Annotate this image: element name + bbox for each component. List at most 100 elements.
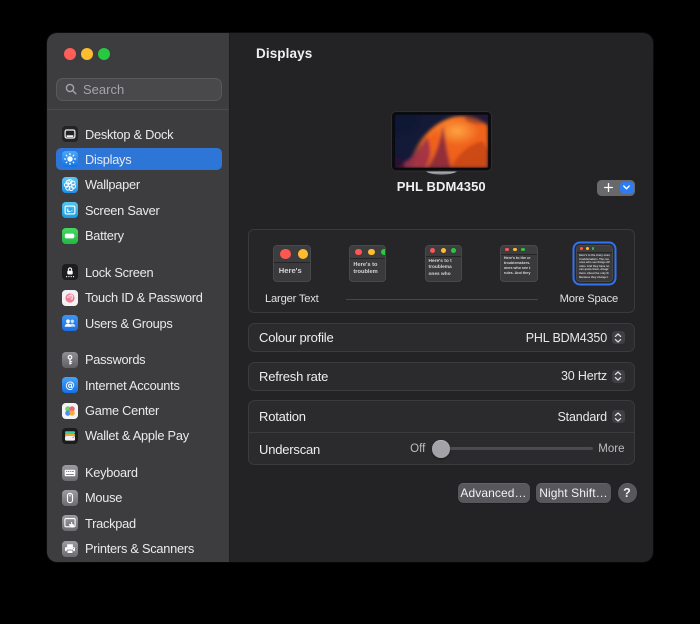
thumb-preview-text: Here's xyxy=(278,265,302,275)
scale-option-3[interactable]: Here's to t troublema ones who xyxy=(424,244,462,282)
sidebar-item-passwords[interactable]: Passwords xyxy=(56,349,222,371)
thumb-red-dot xyxy=(355,248,362,256)
users-groups-icon xyxy=(62,315,78,332)
sidebar-item-screen-saver[interactable]: Screen Saver xyxy=(56,199,222,221)
slider-knob[interactable] xyxy=(432,440,450,458)
sidebar-item-desktop-dock[interactable]: Desktop & Dock xyxy=(56,123,222,145)
thumb-preview-text: Here's to t troublema ones who xyxy=(428,259,452,277)
sidebar-item-trackpad[interactable]: Trackpad xyxy=(56,512,222,534)
thumb-yellow-dot xyxy=(297,248,309,259)
scale-divider-line xyxy=(346,298,538,300)
thumb-yellow-dot xyxy=(440,248,446,254)
search-input[interactable]: Search xyxy=(56,77,222,101)
display-name: PHL BDM4350 xyxy=(396,179,486,194)
thumb-red-dot xyxy=(430,248,436,254)
underscan-row: Underscan Off More xyxy=(249,433,634,465)
sidebar-item-label: Keyboard xyxy=(85,465,138,481)
add-display-button[interactable] xyxy=(596,180,636,196)
underscan-max-label: More xyxy=(598,443,625,455)
chevron-down-icon[interactable] xyxy=(620,181,634,194)
colour-profile-select[interactable] xyxy=(611,331,625,344)
sidebar-item-lock-screen[interactable]: Lock Screen xyxy=(56,261,222,283)
game-center-icon xyxy=(62,402,78,419)
sidebar-item-label: Lock Screen xyxy=(85,264,154,280)
refresh-rate-label: Refresh rate xyxy=(259,368,329,384)
sidebar-item-label: Wallpaper xyxy=(85,177,140,193)
thumb-titlebar xyxy=(425,246,461,257)
underscan-min-label: Off xyxy=(410,443,426,455)
screen-saver-icon xyxy=(62,202,78,219)
sidebar-item-wallpaper[interactable]: Wallpaper xyxy=(56,174,222,196)
thumb-yellow-dot xyxy=(368,248,375,256)
sidebar-item-label: Game Center xyxy=(85,403,160,418)
sidebar-item-internet-accounts[interactable]: @ Internet Accounts xyxy=(56,374,222,396)
sidebar-item-label: Wallet & Apple Pay xyxy=(85,428,189,444)
underscan-slider[interactable] xyxy=(432,440,594,458)
display-preview xyxy=(390,110,492,176)
sidebar-item-label: Touch ID & Password xyxy=(85,290,203,306)
touch-id-icon xyxy=(62,289,78,306)
displays-icon xyxy=(62,151,78,168)
lock-screen-icon xyxy=(62,264,78,281)
sidebar-item-label: Trackpad xyxy=(85,515,136,531)
scale-option-more-space[interactable]: Here's to the crazy ones troublemakers. T… xyxy=(575,244,614,282)
thumb-titlebar xyxy=(576,246,613,253)
sidebar-item-label: Printers & Scanners xyxy=(85,541,195,557)
scale-option-larger-text[interactable]: Here's xyxy=(273,244,311,282)
thumb-yellow-dot xyxy=(585,247,589,250)
zoom-button[interactable] xyxy=(98,48,111,60)
refresh-rate-select[interactable] xyxy=(611,369,625,383)
rotation-row: Rotation Standard xyxy=(249,401,634,432)
scale-option-2[interactable]: Here's to troublem xyxy=(348,244,387,282)
desktop-dock-icon xyxy=(62,126,78,142)
night-shift-button[interactable]: Night Shift… xyxy=(536,483,611,503)
sidebar-item-label: Passwords xyxy=(85,352,146,368)
plus-icon xyxy=(597,180,621,196)
sidebar-item-label: Desktop & Dock xyxy=(85,126,174,142)
system-settings-window: Search Desktop & Dock Displays Wallpaper… xyxy=(47,33,653,562)
larger-text-label: Larger Text xyxy=(265,293,319,305)
minimize-button[interactable] xyxy=(80,48,93,60)
printers-icon xyxy=(62,540,78,557)
close-button[interactable] xyxy=(63,48,76,60)
sidebar-item-label: Screen Saver xyxy=(85,202,160,218)
passwords-icon xyxy=(62,351,78,368)
advanced-button[interactable]: Advanced… xyxy=(457,483,530,503)
sidebar-item-users-groups[interactable]: Users & Groups xyxy=(56,312,222,334)
search-icon xyxy=(65,83,77,95)
sidebar-item-touch-id[interactable]: Touch ID & Password xyxy=(56,287,222,309)
sidebar-item-battery[interactable]: Battery xyxy=(56,225,222,247)
sidebar-item-label: Battery xyxy=(85,228,124,244)
sidebar-item-wallet[interactable]: Wallet & Apple Pay xyxy=(56,425,222,447)
rotation-value: Standard xyxy=(557,409,607,424)
rotation-label: Rotation xyxy=(259,409,306,424)
mouse-icon xyxy=(62,489,78,506)
svg-text:@: @ xyxy=(65,381,75,392)
content-pane: Displays PHL BDM4350 Here's Here's to tr… xyxy=(229,33,653,562)
sidebar-divider xyxy=(47,108,229,110)
wallet-icon xyxy=(62,427,78,444)
thumb-preview-text: Here's to troublem xyxy=(353,261,378,276)
thumb-green-dot xyxy=(591,247,595,250)
sidebar-item-displays[interactable]: Displays xyxy=(55,148,222,171)
sidebar-item-keyboard[interactable]: Keyboard xyxy=(56,462,222,484)
battery-icon xyxy=(62,227,78,244)
underscan-label: Underscan xyxy=(259,441,321,457)
sidebar-item-game-center[interactable]: Game Center xyxy=(56,400,222,422)
scale-option-4[interactable]: Here's to the cr troublemakers. ones who s… xyxy=(500,244,538,282)
colour-profile-row: Colour profile PHL BDM4350 xyxy=(248,323,635,352)
thumb-red-dot xyxy=(505,247,509,252)
trackpad-icon xyxy=(62,515,78,532)
refresh-rate-row: Refresh rate 30 Hertz xyxy=(248,361,635,391)
rotation-underscan-group: Rotation Standard Underscan Off More xyxy=(248,400,635,465)
thumb-red-dot xyxy=(280,248,291,259)
sidebar-item-label: Users & Groups xyxy=(85,315,173,331)
search-placeholder: Search xyxy=(83,81,125,97)
sidebar-item-label: Internet Accounts xyxy=(85,377,180,393)
internet-accounts-icon: @ xyxy=(62,377,78,394)
sidebar-item-printers[interactable]: Printers & Scanners xyxy=(56,538,222,560)
sidebar-item-mouse[interactable]: Mouse xyxy=(56,487,222,509)
thumb-yellow-dot xyxy=(513,247,517,252)
rotation-select[interactable] xyxy=(611,410,625,423)
help-button[interactable]: ? xyxy=(617,483,637,503)
